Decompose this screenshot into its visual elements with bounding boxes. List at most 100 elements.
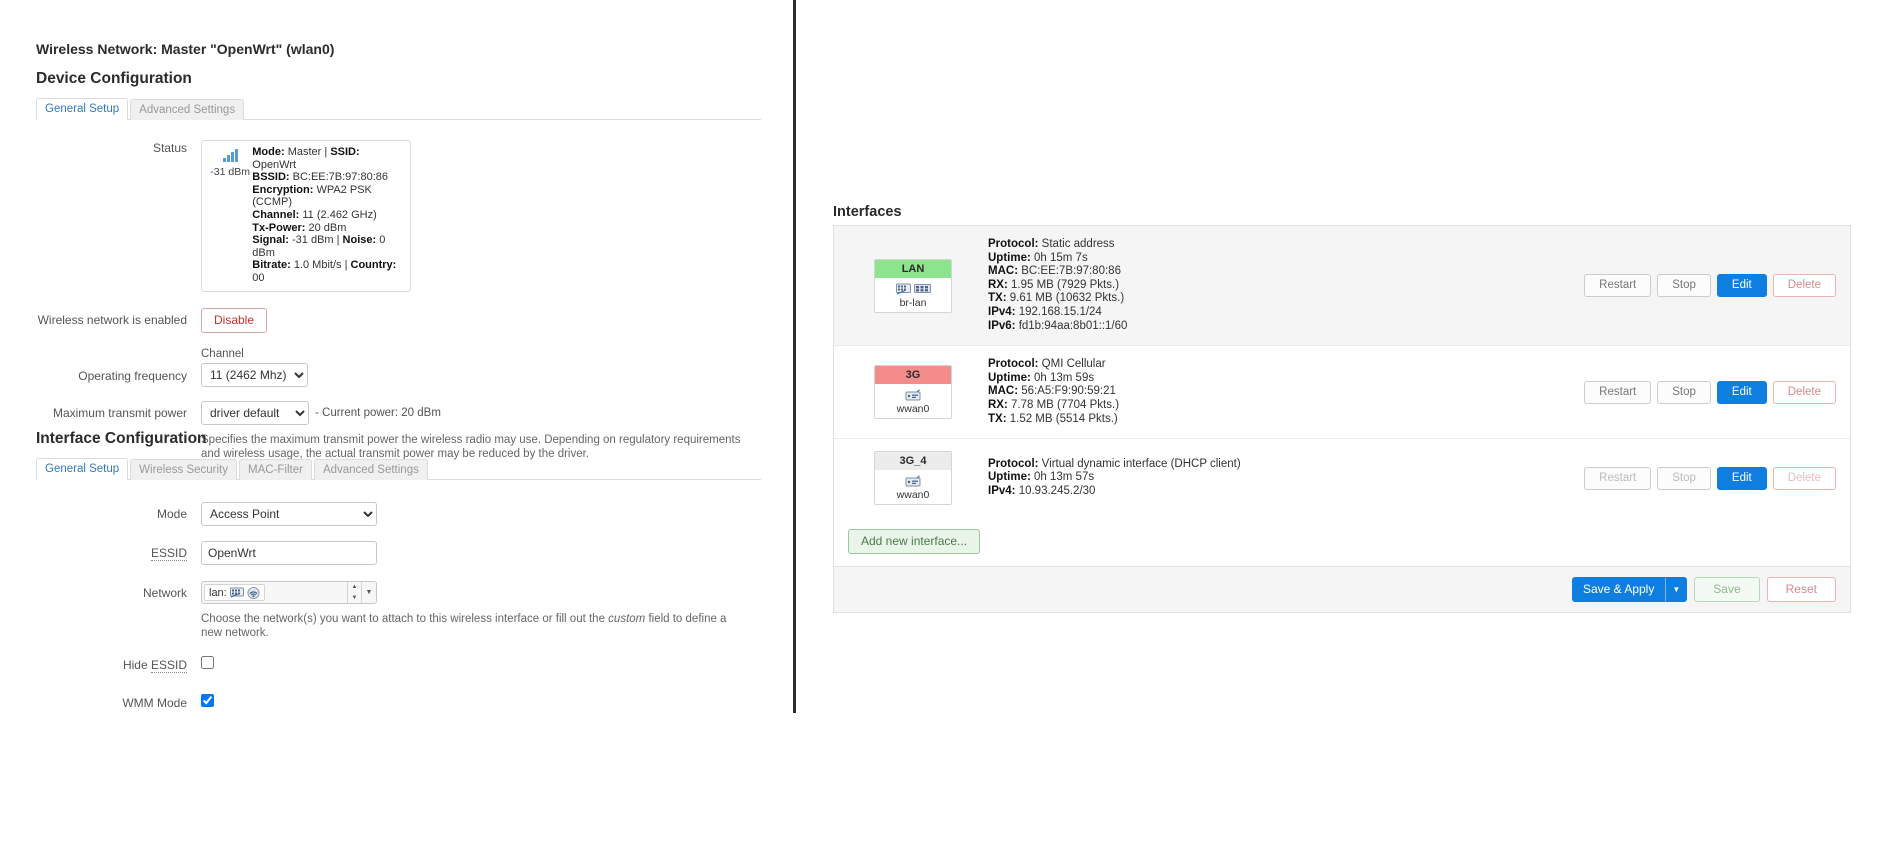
save-apply-dropdown-icon[interactable]: ▼ [1665,577,1688,603]
mode-control: Access Point [201,502,761,526]
essid-input[interactable] [201,541,377,565]
interface-badge-cell: LAN br-lan [848,258,978,313]
save-and-apply-button[interactable]: Save & Apply [1571,577,1666,603]
interface-device-name: wwan0 [896,489,930,502]
stop-button[interactable]: Stop [1657,274,1711,298]
status-line-encryption: Encryption: WPA2 PSK (CCMP) [252,183,372,209]
chevron-down-icon[interactable]: ▼ [361,582,376,603]
disable-wireless-button[interactable]: Disable [201,307,268,333]
restart-button[interactable]: Restart [1584,466,1652,490]
wmm-mode-checkbox[interactable] [201,694,214,707]
interface-badge: 3G wwan0 [874,365,952,420]
status-line-channel: Channel: 11 (2.462 GHz) [252,208,377,221]
status-line-mode: Mode: Master | SSID: OpenWrt [252,146,360,171]
mode-label: Mode [156,507,187,521]
network-spinner[interactable]: ▲ ▼ [347,582,361,603]
essid-control [201,541,761,565]
interface-icons [875,473,951,489]
apply-bar: Save & Apply ▼ Save Reset [834,566,1850,613]
interfaces-footer: Add new interface... [834,517,1850,566]
tab-device-general-setup[interactable]: General Setup [36,98,129,120]
ethernet-icon [895,283,911,295]
signal-dbm-label: -31 dBm [210,166,250,178]
max-transmit-power-label: Maximum transmit power [52,405,187,420]
info-rx: RX: 7.78 MB (7704 Pkts.) [988,398,1120,411]
interface-badge-cell: 3G wwan0 [848,365,978,420]
channel-sublabel: Channel [201,347,244,360]
interface-actions: Restart Stop Edit Delete [1584,466,1836,490]
network-control: lan: ▲ ▼ ▼ Choose the network(s) you wan… [201,581,761,640]
tab-mac-filter[interactable]: MAC-Filter [239,459,312,480]
interface-badge-label: 3G_4 [875,452,951,471]
status-line-bssid: BSSID: BC:EE:7B:97:80:86 [252,171,388,184]
add-new-interface-button[interactable]: Add new interface... [848,529,981,555]
tab-device-advanced-settings[interactable]: Advanced Settings [130,99,245,120]
info-tx: TX: 9.61 MB (10632 Pkts.) [988,292,1125,305]
wireless-config-pane: Wireless Network: Master "OpenWrt" (wlan… [0,0,793,855]
spinner-up-icon[interactable]: ▲ [348,582,361,593]
interface-info: Protocol: Static address Uptime: 0h 15m … [978,238,1584,333]
tab-wireless-security[interactable]: Wireless Security [130,459,237,480]
wmm-mode-control [201,694,761,710]
device-config-tabs: General Setup Advanced Settings [36,98,761,120]
restart-button[interactable]: Restart [1584,380,1652,404]
wireless-status-box: -31 dBm Mode: Master | SSID: OpenWrt BSS… [201,140,411,292]
hide-essid-label: Hide ESSID [122,658,187,673]
interface-badge: 3G_4 wwan0 [874,451,952,506]
stop-button[interactable]: Stop [1657,380,1711,404]
delete-button[interactable]: Delete [1772,466,1836,490]
info-uptime: Uptime: 0h 13m 57s [988,471,1095,484]
wmm-mode-row: WMM Mode [36,694,761,711]
interface-actions: Restart Stop Edit Delete [1584,274,1836,298]
edit-button[interactable]: Edit [1716,274,1767,298]
essid-row: ESSID [36,541,761,565]
hide-essid-checkbox[interactable] [201,656,214,669]
spinner-down-icon[interactable]: ▼ [348,593,361,604]
stop-button[interactable]: Stop [1657,466,1711,490]
reset-button[interactable]: Reset [1766,577,1836,603]
operating-frequency-row: Operating frequency Channel 11 (2462 Mhz… [36,348,761,387]
info-mac: MAC: BC:EE:7B:97:80:86 [988,265,1121,278]
device-config-title: Device Configuration [36,70,192,87]
interface-device-name: br-lan [899,296,927,309]
wifi-icon [247,586,260,599]
status-line-bitrate: Bitrate: 1.0 Mbit/s | Country: 00 [252,259,397,284]
wifi-signal-icon [222,148,238,162]
edit-button[interactable]: Edit [1716,380,1767,404]
interfaces-table: LAN br-lan Protocol: Static address Upti… [833,225,1851,614]
mode-row: Mode Access Point [36,502,761,526]
interface-info: Protocol: Virtual dynamic interface (DHC… [978,458,1584,499]
restart-button[interactable]: Restart [1584,274,1652,298]
edit-button[interactable]: Edit [1716,466,1767,490]
status-line-txpower: Tx-Power: 20 dBm [252,221,347,234]
delete-button[interactable]: Delete [1772,274,1836,298]
save-button[interactable]: Save [1694,577,1760,603]
save-apply-split-button[interactable]: Save & Apply ▼ [1571,577,1688,603]
hide-essid-control [201,656,761,672]
interface-config-tabs: General Setup Wireless Security MAC-Filt… [36,458,761,480]
info-ipv4: IPv4: 192.168.15.1/24 [988,305,1102,318]
delete-button[interactable]: Delete [1772,380,1836,404]
device-configuration-section: Device Configuration General Setup Advan… [36,70,761,461]
signal-indicator: -31 dBm [208,146,252,178]
table-row: LAN br-lan Protocol: Static address Upti… [834,226,1850,346]
tab-interface-advanced-settings[interactable]: Advanced Settings [313,459,428,480]
modem-icon [905,389,921,401]
wireless-enabled-label: Wireless network is enabled [37,312,187,327]
bridge-icon [913,283,931,293]
txpower-select[interactable]: driver default [201,400,309,425]
channel-select[interactable]: 11 (2462 Mhz) [201,362,308,387]
info-mac: MAC: 56:A5:F9:90:59:21 [988,385,1116,398]
info-ipv4: IPv4: 10.93.245.2/30 [988,484,1096,497]
tab-interface-general-setup[interactable]: General Setup [36,458,129,480]
page-title: Wireless Network: Master "OpenWrt" (wlan… [36,41,335,57]
operating-frequency-label: Operating frequency [78,368,187,383]
interface-icons [875,387,951,403]
interfaces-pane: Interfaces LAN br-lan Protocol: Static a… [796,0,1888,855]
network-multiselect[interactable]: lan: ▲ ▼ ▼ [201,581,377,604]
modem-icon [905,475,921,487]
status-row: Status -31 dBm Mode: Master | SSID: Open… [36,140,761,292]
wireless-enabled-row: Wireless network is enabled Disable [36,307,761,333]
network-chip-lan[interactable]: lan: [204,584,265,601]
mode-select[interactable]: Access Point [201,502,377,526]
